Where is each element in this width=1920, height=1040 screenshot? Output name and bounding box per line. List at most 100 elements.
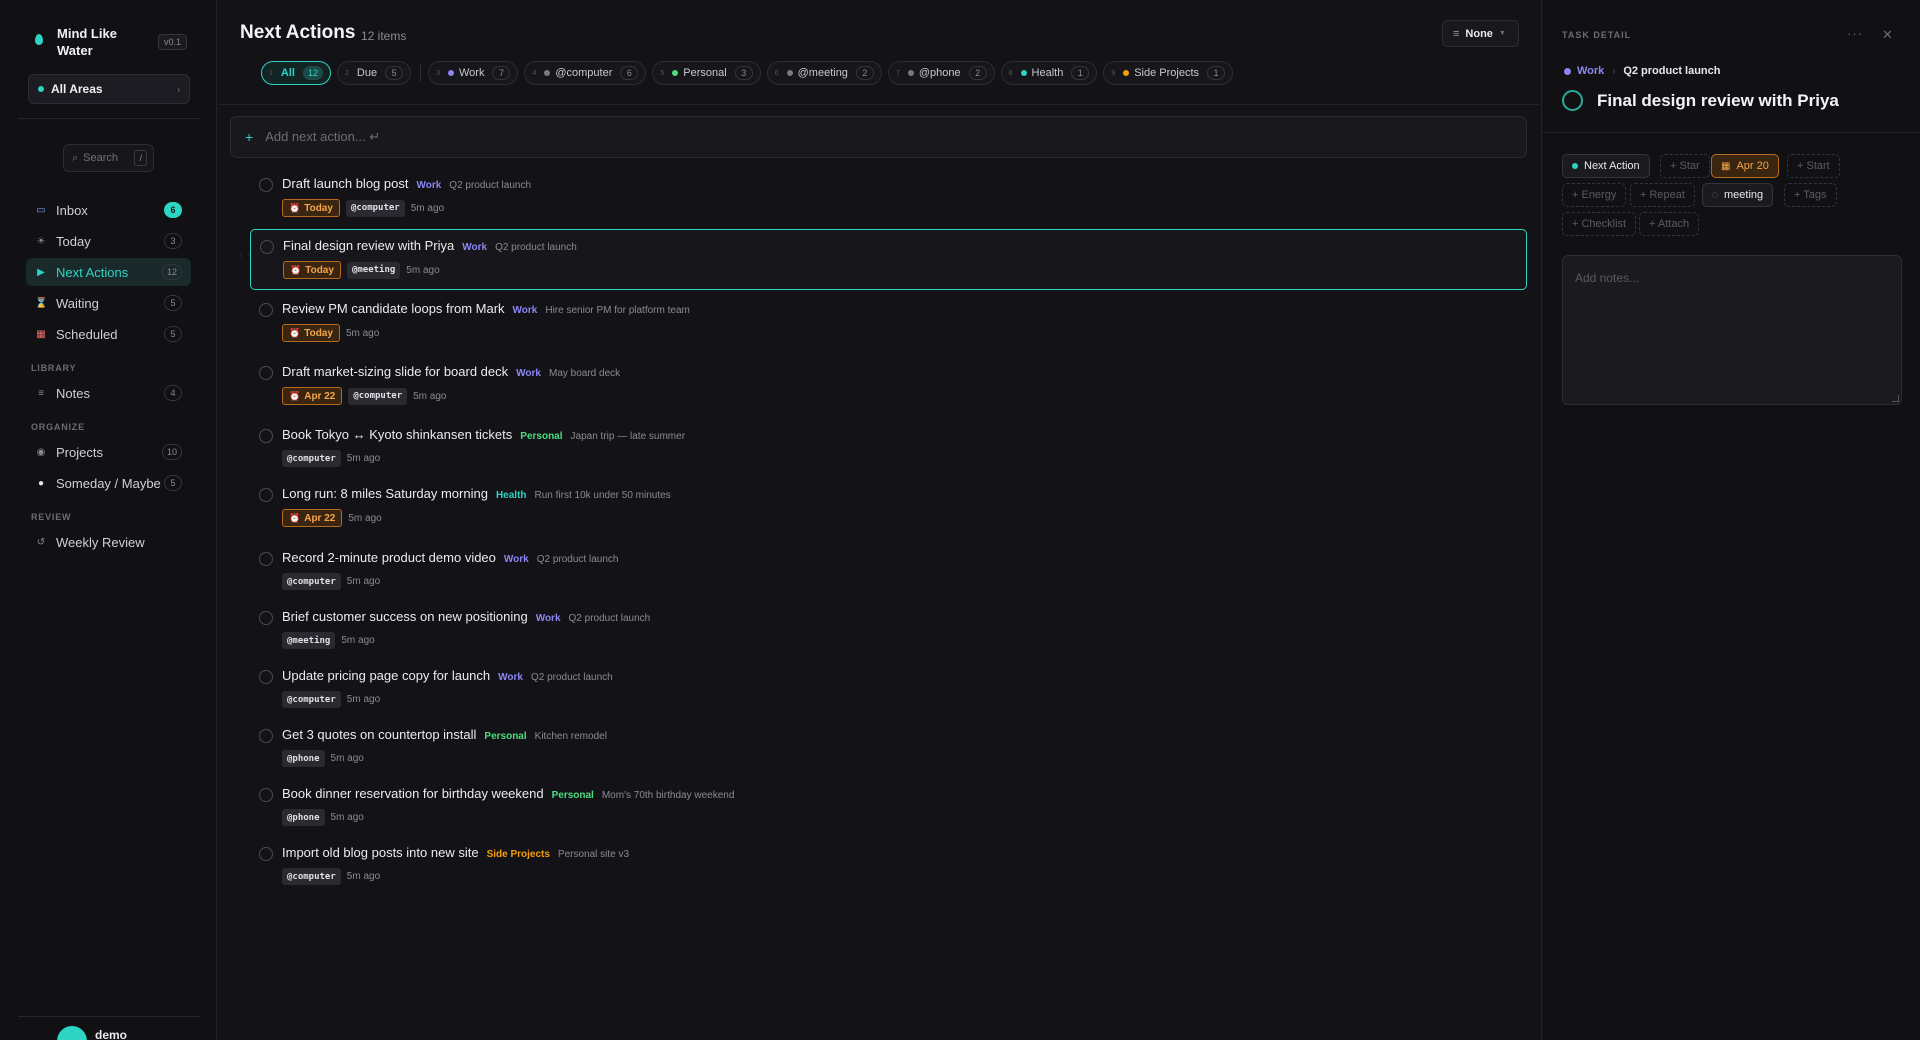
context-badge: @meeting: [282, 632, 336, 649]
task-checkbox[interactable]: [259, 670, 273, 684]
task-title: Long run: 8 miles Saturday morning Health…: [282, 486, 671, 501]
task-title: Review PM candidate loops from Mark Work H…: [282, 301, 690, 316]
hourglass-icon: ⌛: [35, 297, 48, 309]
filter-chip-count: 3: [734, 66, 753, 80]
task-row[interactable]: Book dinner reservation for birthday wee…: [250, 785, 1527, 845]
task-area-tag: Personal: [484, 731, 527, 742]
sidebar-item-someday[interactable]: ● Someday / Maybe 5: [26, 469, 191, 497]
sidebar-item-notes[interactable]: ≡ Notes 4: [26, 379, 191, 407]
drag-handle-icon[interactable]: ⋮⋮: [237, 251, 253, 260]
water-drop-icon: [35, 34, 43, 45]
task-row[interactable]: Draft launch blog post Work Q2 product lau…: [250, 175, 1527, 235]
sort-button[interactable]: ≡ None ▼: [1442, 20, 1519, 47]
task-area-tag: Work: [416, 180, 442, 191]
area-selector[interactable]: All Areas ›: [28, 74, 190, 104]
task-checkbox[interactable]: [259, 788, 273, 802]
add-start-button[interactable]: + Start: [1787, 154, 1840, 178]
search-shortcut: /: [134, 150, 147, 166]
more-options-icon[interactable]: ···: [1847, 26, 1863, 41]
add-repeat-button[interactable]: + Repeat: [1630, 183, 1695, 207]
sidebar-item-next-actions[interactable]: ▶ Next Actions 12: [26, 258, 191, 286]
task-checkbox[interactable]: [259, 366, 273, 380]
filter-chip-side-projects[interactable]: 9 Side Projects 1: [1103, 61, 1234, 85]
sidebar-item-today[interactable]: ☀ Today 3: [26, 227, 191, 255]
filter-chip-count: 5: [385, 66, 404, 80]
resize-handle-icon[interactable]: [1892, 395, 1899, 402]
sidebar-item-scheduled[interactable]: ▦ Scheduled 5: [26, 320, 191, 348]
status-pill[interactable]: Next Action: [1562, 154, 1650, 178]
complete-checkbox[interactable]: [1562, 90, 1583, 111]
task-row[interactable]: Import old blog posts into new site Side …: [250, 844, 1527, 904]
shortcut-key: 5: [660, 69, 665, 77]
task-area-tag: Work: [498, 672, 523, 683]
task-area-tag: Health: [495, 490, 527, 501]
task-row[interactable]: Brief customer success on new positionin…: [250, 608, 1527, 668]
task-project-tag: Hire senior PM for platform team: [545, 305, 690, 316]
task-row[interactable]: ⋮⋮ Final design review with Priya Work Q2 p…: [237, 229, 1527, 290]
filter-chip-personal[interactable]: 5 Personal 3: [652, 61, 761, 85]
sidebar-item-waiting[interactable]: ⌛ Waiting 5: [26, 289, 191, 317]
task-title: Book Tokyo ↔ Kyoto shinkansen tickets Per…: [282, 427, 685, 442]
filter-chip-work[interactable]: 3 Work 7: [428, 61, 519, 85]
task-row[interactable]: Record 2-minute product demo video Work Q2…: [250, 549, 1527, 609]
task-row[interactable]: Update pricing page copy for launch Work Q…: [250, 667, 1527, 727]
task-checkbox[interactable]: [259, 729, 273, 743]
task-checkbox[interactable]: [260, 240, 274, 254]
add-attach-button[interactable]: + Attach: [1639, 212, 1700, 236]
search-input[interactable]: ⌕ Search /: [63, 144, 154, 172]
task-age: 5m ago: [348, 512, 382, 524]
task-row[interactable]: Get 3 quotes on countertop install Person…: [250, 726, 1527, 786]
add-tags-button[interactable]: + Tags: [1784, 183, 1837, 207]
sidebar-item-inbox[interactable]: ▭ Inbox 6: [26, 196, 191, 224]
task-checkbox[interactable]: [259, 611, 273, 625]
notes-textarea[interactable]: Add notes...: [1562, 255, 1902, 405]
add-star-button[interactable]: + Star: [1660, 154, 1710, 178]
filter-chip-count: 1: [1207, 66, 1226, 80]
task-title[interactable]: Final design review with Priya: [1597, 91, 1839, 111]
task-checkbox[interactable]: [259, 488, 273, 502]
filter-chip-count: 6: [620, 66, 639, 80]
task-checkbox[interactable]: [259, 178, 273, 192]
add-energy-button[interactable]: + Energy: [1562, 183, 1627, 207]
refresh-icon: ↺: [36, 536, 46, 548]
filter-chip-label: Personal: [683, 67, 727, 79]
filter-chip-due[interactable]: 2 Due 5: [336, 61, 412, 85]
add-checklist-button[interactable]: + Checklist: [1562, 212, 1637, 236]
user-name: demo: [95, 1028, 128, 1040]
chevron-right-icon: ›: [1612, 66, 1616, 76]
shortcut-key: 2: [344, 69, 349, 77]
panel-divider: [1542, 132, 1920, 133]
due-date-label: Apr 20: [1736, 160, 1769, 172]
task-meta: ⏰ Apr 22 5m ago: [282, 509, 382, 527]
user-menu[interactable]: demo: [57, 1026, 127, 1040]
filter-chip-all[interactable]: 1 All 12: [261, 61, 331, 85]
filter-chip-computer[interactable]: 4 @computer 6: [524, 61, 647, 85]
task-age: 5m ago: [346, 694, 381, 705]
due-label: Today: [304, 327, 333, 339]
due-label: Today: [304, 202, 333, 214]
task-title-text: Get 3 quotes on countertop install: [282, 727, 477, 742]
task-row[interactable]: Book Tokyo ↔ Kyoto shinkansen tickets Per…: [250, 426, 1527, 486]
filter-chip-meeting[interactable]: 6 @meeting 2: [766, 61, 882, 85]
task-row[interactable]: Draft market-sizing slide for board deck…: [250, 363, 1527, 423]
task-checkbox[interactable]: [259, 303, 273, 317]
task-checkbox[interactable]: [259, 847, 273, 861]
task-checkbox[interactable]: [259, 552, 273, 566]
due-date-pill[interactable]: ▦ Apr 20: [1711, 154, 1779, 178]
sidebar-item-projects[interactable]: ◉ Projects 10: [26, 438, 191, 466]
task-title: Draft market-sizing slide for board deck…: [282, 364, 620, 379]
task-row[interactable]: Long run: 8 miles Saturday morning Health…: [250, 485, 1527, 545]
task-row[interactable]: Review PM candidate loops from Mark Work H…: [250, 300, 1527, 360]
area-selector-label: All Areas: [51, 82, 103, 96]
breadcrumb-area[interactable]: Work: [1577, 65, 1604, 77]
breadcrumb-project[interactable]: Q2 product launch: [1623, 65, 1720, 77]
add-action-input[interactable]: + Add next action... ↵: [230, 116, 1527, 158]
filter-chip-health[interactable]: 8 Health 1: [1000, 61, 1098, 85]
close-icon[interactable]: ✕: [1882, 27, 1893, 43]
task-checkbox[interactable]: [259, 429, 273, 443]
context-pill[interactable]: meeting: [1702, 183, 1774, 207]
task-age: 5m ago: [341, 635, 375, 646]
filter-chip-label: Work: [458, 67, 485, 79]
filter-chip-phone[interactable]: 7 @phone 2: [887, 61, 995, 85]
sidebar-item-weekly-review[interactable]: ↺ Weekly Review: [26, 528, 191, 556]
